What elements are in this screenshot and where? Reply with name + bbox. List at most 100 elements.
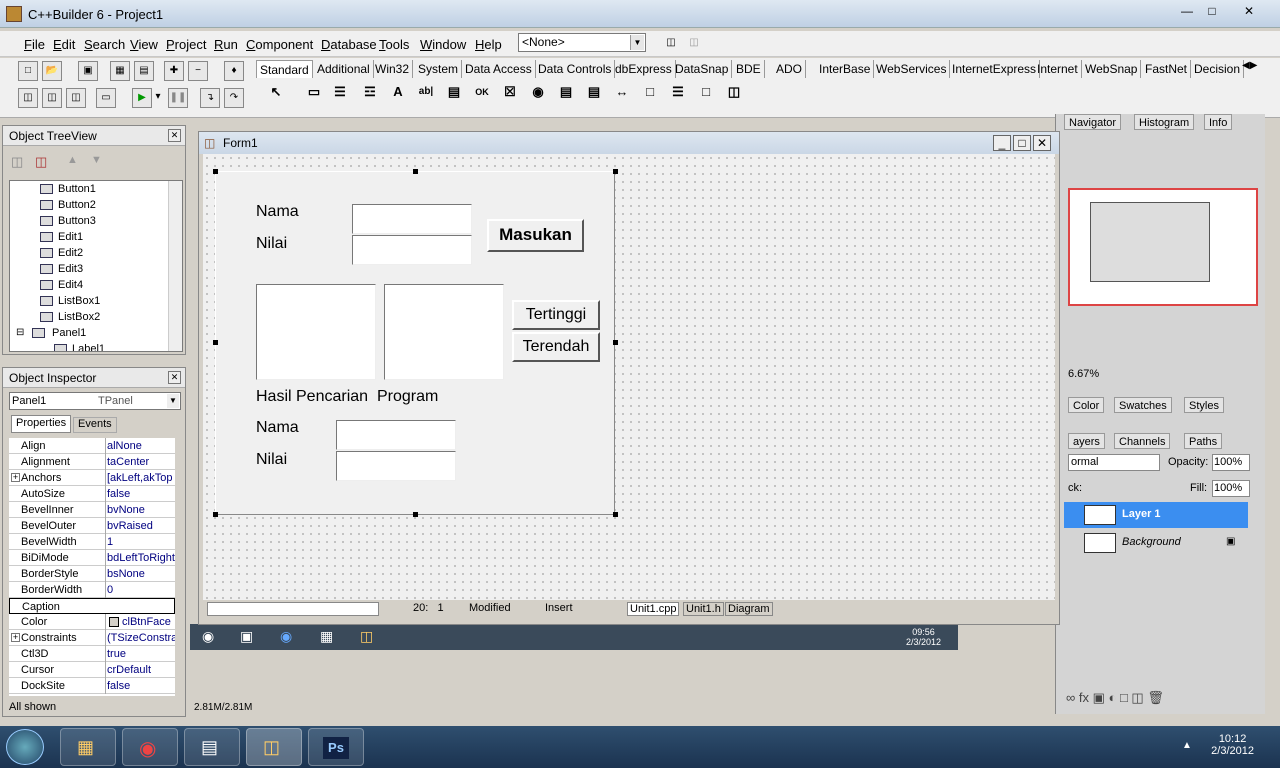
palette-tab-internet[interactable]: Internet <box>1034 60 1082 78</box>
tree-item[interactable]: Button2 <box>10 197 182 213</box>
popupmenu-icon[interactable]: ☲ <box>358 82 382 104</box>
cbuilder-task-icon[interactable]: ◫ <box>360 628 373 645</box>
label-nilai[interactable]: Nilai <box>256 235 287 253</box>
menu-window[interactable]: Window <box>420 37 466 52</box>
new-icon[interactable]: □ <box>18 61 38 81</box>
tab-diagram[interactable]: Diagram <box>725 602 773 616</box>
form-design-surface[interactable]: Nama Nilai Masukan Tertinggi Terendah Ha… <box>203 154 1055 600</box>
masukan-button[interactable]: Masukan <box>487 219 584 252</box>
expand-icon[interactable]: + <box>11 633 20 642</box>
run-icon[interactable]: ▶ <box>132 88 152 108</box>
property-row[interactable]: BiDiMode bdLeftToRight <box>9 550 175 566</box>
panel1[interactable]: Nama Nilai Masukan Tertinggi Terendah Ha… <box>215 171 615 515</box>
menu-search[interactable]: Search <box>84 37 125 52</box>
property-row[interactable]: BevelWidth 1 <box>9 534 175 550</box>
property-row[interactable]: + Anchors [akLeft,akTop <box>9 470 175 486</box>
cbuilder-taskbar-button[interactable]: ◫ <box>246 728 302 766</box>
arrow-up-icon[interactable]: ▲ <box>67 154 78 166</box>
maximize-button[interactable]: □ <box>1013 135 1031 151</box>
label-nilai-result[interactable]: Nilai <box>256 451 287 469</box>
maximize-button[interactable]: □ <box>1201 4 1223 20</box>
tree-item[interactable]: ListBox1 <box>10 293 182 309</box>
edit-icon[interactable]: ab| <box>414 82 438 104</box>
edit4[interactable] <box>336 451 456 481</box>
blend-mode-select[interactable]: ormal <box>1068 454 1160 471</box>
memo-icon[interactable]: ▤ <box>442 82 466 104</box>
tab-paths[interactable]: Paths <box>1184 433 1223 449</box>
tree-item[interactable]: Button1 <box>10 181 182 197</box>
property-row[interactable]: Caption <box>9 598 175 614</box>
combobox-icon[interactable]: ▤ <box>582 82 606 104</box>
menu-help[interactable]: Help <box>475 37 502 52</box>
tree-item[interactable]: ⊟ Panel1 <box>10 325 182 341</box>
menu-tools[interactable]: Tools <box>379 37 409 52</box>
toggle-form-unit-icon[interactable]: ◫ <box>66 88 86 108</box>
photoshop-taskbar-button[interactable]: Ps <box>308 728 364 766</box>
property-row[interactable]: DockSite false <box>9 678 175 694</box>
save-icon[interactable]: ▣ <box>78 61 98 81</box>
property-row[interactable]: BevelInner bvNone <box>9 502 175 518</box>
palette-tab-data-access[interactable]: Data Access <box>462 60 536 78</box>
collapse-icon[interactable]: ⊟ <box>16 325 24 341</box>
property-row[interactable]: BevelOuter bvRaised <box>9 518 175 534</box>
expand-icon[interactable]: + <box>11 473 20 482</box>
selection-handle[interactable] <box>213 512 218 517</box>
layer-row[interactable]: Background ▣ <box>1064 530 1248 556</box>
system-clock[interactable]: 10:12 2/3/2012 <box>1211 733 1254 757</box>
minimize-button[interactable]: — <box>1176 4 1198 20</box>
close-button[interactable]: ✕ <box>1238 4 1260 20</box>
navigator-zoom[interactable]: 6.67% <box>1068 368 1099 380</box>
tree-item[interactable]: Label1 <box>10 341 182 351</box>
step-over-icon[interactable]: ↷ <box>224 88 244 108</box>
mainmenu-icon[interactable]: ☰ <box>328 82 352 104</box>
close-icon[interactable]: ✕ <box>168 371 181 384</box>
property-row[interactable]: BorderWidth 0 <box>9 582 175 598</box>
tab-events[interactable]: Events <box>73 417 117 433</box>
property-row[interactable]: Alignment taCenter <box>9 454 175 470</box>
tab-histogram[interactable]: Histogram <box>1134 114 1195 130</box>
treeview-scrollbar[interactable] <box>168 181 182 351</box>
new-item-icon[interactable]: ◫ <box>11 154 23 170</box>
view-form-icon[interactable]: ◫ <box>42 88 62 108</box>
panel-icon[interactable]: □ <box>694 82 718 104</box>
label-nama-result[interactable]: Nama <box>256 419 299 437</box>
palette-tab-webservices[interactable]: WebServices <box>873 60 951 78</box>
property-row[interactable]: Align alNone <box>9 438 175 454</box>
open-icon[interactable]: 📂 <box>42 61 62 81</box>
palette-tab-additional[interactable]: Additional <box>314 60 374 78</box>
button-icon[interactable]: OK <box>470 82 494 104</box>
palette-tab-win32[interactable]: Win32 <box>372 60 414 78</box>
selection-handle[interactable] <box>413 512 418 517</box>
tree-item[interactable]: Edit3 <box>10 261 182 277</box>
palette-scroll-icon[interactable]: ◀▶ <box>1242 60 1257 71</box>
new-form-icon[interactable]: ▭ <box>96 88 116 108</box>
edit2[interactable] <box>352 235 472 265</box>
tab-info[interactable]: Info <box>1204 114 1233 130</box>
label-nama[interactable]: Nama <box>256 203 299 221</box>
palette-tab-dbexpress[interactable]: dbExpress <box>612 60 676 78</box>
selection-handle[interactable] <box>213 340 218 345</box>
tab-swatches[interactable]: Swatches <box>1114 397 1172 413</box>
palette-tab-bde[interactable]: BDE <box>733 60 765 78</box>
property-row[interactable]: AutoSize false <box>9 486 175 502</box>
trace-into-icon[interactable]: ↴ <box>200 88 220 108</box>
start-button[interactable] <box>6 729 44 765</box>
property-row[interactable]: Cursor crDefault <box>9 662 175 678</box>
palette-tab-internetexpress[interactable]: InternetExpress <box>949 60 1041 78</box>
selection-handle[interactable] <box>613 169 618 174</box>
palette-tab-fastnet[interactable]: FastNet <box>1142 60 1192 78</box>
pointer-icon[interactable]: ↖ <box>264 82 288 104</box>
selection-handle[interactable] <box>613 340 618 345</box>
edit3[interactable] <box>336 420 456 450</box>
minimize-button[interactable]: _ <box>993 135 1011 151</box>
navigator-thumbnail[interactable] <box>1068 188 1258 306</box>
help-book-icon[interactable]: ♦ <box>224 61 244 81</box>
fill-input[interactable]: 100% <box>1212 480 1250 497</box>
frames-icon[interactable]: ▭ <box>302 82 326 104</box>
palette-tab-decision[interactable]: Decision <box>1191 60 1245 78</box>
tray-expand-icon[interactable]: ▲ <box>1182 740 1192 751</box>
app-taskbar-button[interactable]: ▤ <box>184 728 240 766</box>
tab-layers[interactable]: ayers <box>1068 433 1105 449</box>
palette-tab-standard[interactable]: Standard <box>256 60 313 78</box>
save-all-icon[interactable]: ▦ <box>110 61 130 81</box>
